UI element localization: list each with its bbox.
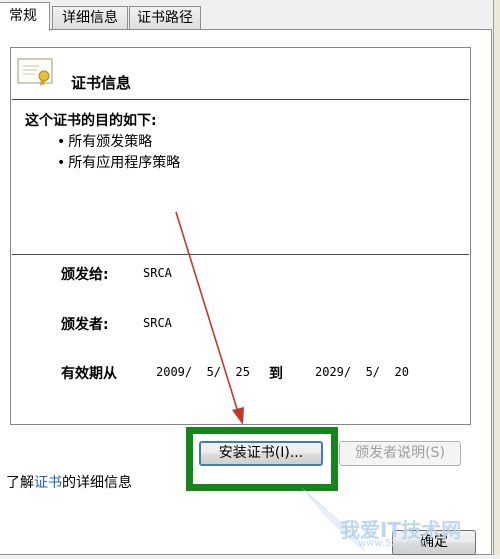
window-right-edge (493, 0, 500, 555)
purpose-list: 所有颁发策略 所有应用程序策略 (57, 132, 180, 174)
highlight-box (186, 427, 338, 491)
learn-more-line: 了解证书的详细信息 (6, 472, 132, 492)
tab-certification-path[interactable]: 证书路径 (129, 6, 201, 29)
purpose-heading: 这个证书的目的如下: (25, 113, 157, 129)
ok-button[interactable]: 确定 (392, 530, 476, 555)
certificate-info-title: 证书信息 (71, 74, 132, 92)
tab-strip: 常规 详细信息 证书路径 (0, 0, 500, 31)
tab-general[interactable]: 常规 (0, 2, 50, 31)
certificate-info-box: 证书信息 这个证书的目的如下: 所有颁发策略 所有应用程序策略 颁发给: SRC… (10, 47, 471, 425)
issued-to-value: SRCA (143, 266, 172, 280)
learn-more-suffix: 的详细信息 (62, 475, 132, 491)
section-divider (12, 254, 469, 255)
valid-to-value: 2029/ 5/ 20 (315, 365, 409, 379)
purpose-item: 所有颁发策略 (57, 132, 180, 153)
tab-details[interactable]: 详细信息 (52, 6, 128, 29)
issuer-statement-button[interactable]: 颁发者说明(S) (339, 441, 461, 466)
certificate-link[interactable]: 证书 (34, 475, 62, 491)
learn-more-prefix: 了解 (6, 475, 34, 491)
issued-by-label: 颁发者: (61, 317, 109, 333)
validity-to-label: 到 (269, 366, 283, 382)
issued-to-label: 颁发给: (61, 267, 109, 283)
validity-label: 有效期从 (61, 366, 117, 382)
valid-from-value: 2009/ 5/ 25 (156, 365, 250, 379)
header-divider (12, 99, 469, 100)
certificate-icon (17, 58, 53, 86)
issued-by-value: SRCA (143, 316, 172, 330)
purpose-item: 所有应用程序策略 (57, 153, 180, 174)
